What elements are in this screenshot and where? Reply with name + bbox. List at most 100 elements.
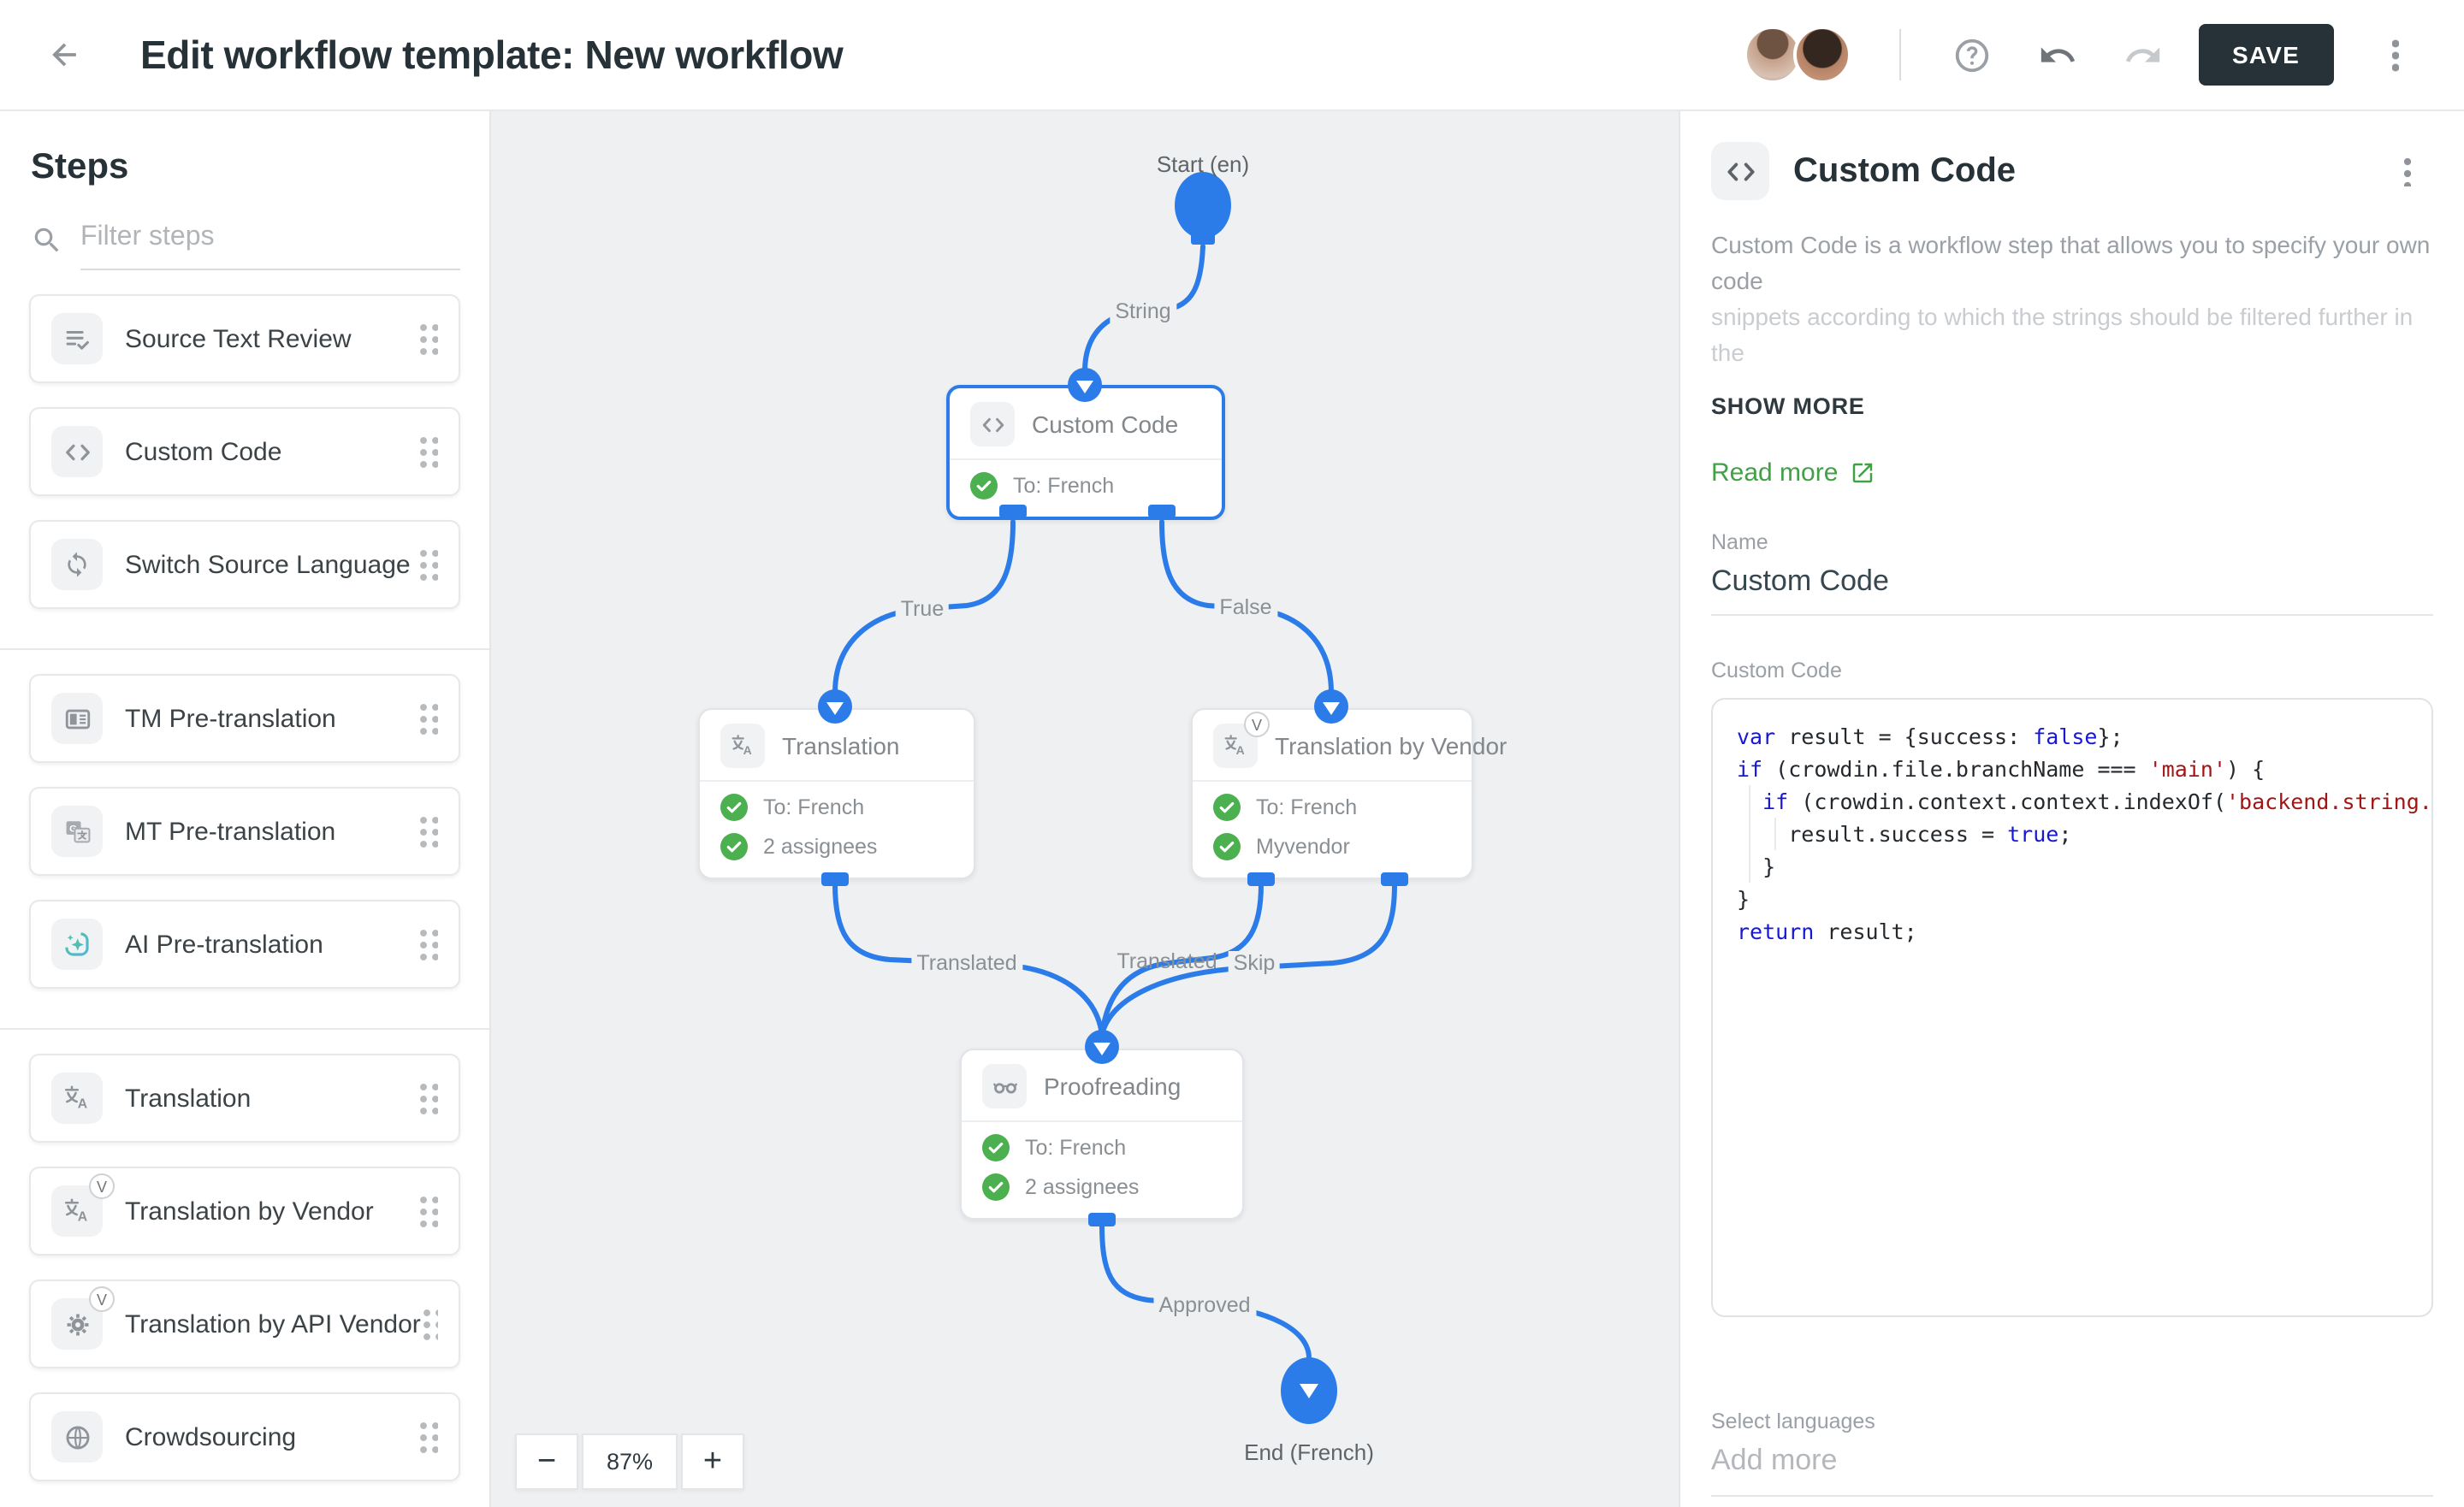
drag-handle-icon[interactable] bbox=[418, 547, 438, 582]
step-item-custom-code[interactable]: Custom Code bbox=[29, 407, 460, 496]
drag-handle-icon[interactable] bbox=[418, 1081, 438, 1115]
avatar-2[interactable] bbox=[1792, 26, 1851, 84]
undo-icon bbox=[2038, 35, 2077, 74]
step-item-ai-pre-translation[interactable]: AI Pre-translation bbox=[29, 900, 460, 989]
header-divider bbox=[1898, 29, 1900, 80]
drag-handle-icon[interactable] bbox=[418, 322, 438, 356]
node-row-text: 2 assignees bbox=[1025, 1175, 1139, 1199]
step-item-mt-pre-translation[interactable]: G MT Pre-translation bbox=[29, 787, 460, 876]
start-node[interactable] bbox=[1175, 172, 1231, 245]
redo-icon bbox=[2123, 35, 2163, 74]
globe-icon bbox=[51, 1411, 103, 1463]
code-editor[interactable]: var result = {success: false}; if (crowd… bbox=[1711, 698, 2433, 1317]
code-content: var result = {success: false}; if (crowd… bbox=[1737, 720, 2408, 948]
vendor-badge: V bbox=[89, 1286, 115, 1312]
edge-label-approved: Approved bbox=[1153, 1293, 1255, 1317]
node-title: Proofreading bbox=[1044, 1073, 1181, 1100]
header: Edit workflow template: New workflow SAV… bbox=[0, 0, 2464, 111]
filter-steps-input[interactable] bbox=[80, 216, 460, 270]
svg-text:A: A bbox=[743, 743, 752, 757]
translate-vendor-icon: A V bbox=[51, 1185, 103, 1237]
drag-handle-icon[interactable] bbox=[418, 434, 438, 469]
check-circle-icon bbox=[720, 794, 748, 821]
step-item-translation-by-vendor[interactable]: A V Translation by Vendor bbox=[29, 1167, 460, 1256]
edge-label-translated-left: Translated bbox=[911, 951, 1022, 975]
drag-handle-icon[interactable] bbox=[421, 1307, 438, 1341]
custom-code-label: Custom Code bbox=[1711, 659, 2433, 683]
panel-title: Custom Code bbox=[1793, 151, 2016, 191]
zoom-in-button[interactable]: + bbox=[681, 1433, 744, 1490]
glasses-icon bbox=[982, 1064, 1027, 1108]
step-item-switch-source-language[interactable]: Switch Source Language bbox=[29, 520, 460, 609]
indent-guide bbox=[1749, 785, 1750, 883]
translate-icon: A bbox=[720, 724, 765, 768]
kebab-icon bbox=[2392, 38, 2399, 72]
drag-handle-icon[interactable] bbox=[418, 1420, 438, 1454]
edge-label-string: String bbox=[1110, 299, 1176, 323]
help-button[interactable] bbox=[1941, 24, 2003, 86]
drag-handle-icon[interactable] bbox=[418, 814, 438, 848]
node-title: Custom Code bbox=[1032, 411, 1178, 438]
drag-handle-icon[interactable] bbox=[418, 927, 438, 961]
node-row-text: To: French bbox=[763, 795, 864, 819]
step-item-label: Switch Source Language bbox=[125, 550, 411, 579]
undo-button[interactable] bbox=[2027, 24, 2088, 86]
redo-button[interactable] bbox=[2112, 24, 2174, 86]
step-item-label: AI Pre-translation bbox=[125, 930, 323, 959]
step-item-crowdsourcing[interactable]: Crowdsourcing bbox=[29, 1392, 460, 1481]
edge-label-translated-right: Translated bbox=[1111, 949, 1222, 973]
drag-handle-icon[interactable] bbox=[418, 701, 438, 736]
node-title: Translation by Vendor bbox=[1275, 732, 1507, 759]
edge-label-skip: Skip bbox=[1229, 951, 1281, 975]
step-item-translation[interactable]: A Translation bbox=[29, 1054, 460, 1143]
save-button[interactable]: SAVE bbox=[2198, 24, 2334, 86]
select-languages-label: Select languages bbox=[1711, 1409, 2433, 1433]
node-proofreading[interactable]: Proofreading To: French 2 assignees bbox=[960, 1049, 1244, 1220]
indent-guide bbox=[1774, 818, 1776, 850]
node-translation-by-vendor[interactable]: A V Translation by Vendor To: French Myv… bbox=[1191, 708, 1473, 879]
list-check-icon bbox=[51, 313, 103, 364]
read-more-link[interactable]: Read more bbox=[1711, 458, 2433, 488]
name-input[interactable] bbox=[1711, 554, 2433, 616]
workflow-canvas[interactable]: Custom Code To: French A Translation To:… bbox=[491, 111, 1679, 1507]
zoom-out-button[interactable]: − bbox=[515, 1433, 578, 1490]
zoom-control: − 87% + bbox=[515, 1433, 744, 1490]
node-translation[interactable]: A Translation To: French 2 assignees bbox=[698, 708, 975, 879]
sidebar-title: Steps bbox=[31, 147, 460, 188]
header-menu-button[interactable] bbox=[2365, 24, 2426, 86]
filter-steps-field bbox=[29, 216, 460, 270]
check-circle-icon bbox=[982, 1134, 1010, 1161]
step-item-label: Translation bbox=[125, 1084, 251, 1113]
check-circle-icon bbox=[982, 1173, 1010, 1201]
steps-sidebar: Steps Source Text Review Custom Code bbox=[0, 111, 491, 1507]
back-button[interactable] bbox=[34, 24, 96, 86]
group-separator bbox=[0, 648, 489, 650]
step-item-tm-pre-translation[interactable]: TM Pre-translation bbox=[29, 674, 460, 763]
search-icon bbox=[31, 224, 63, 257]
avatar-1[interactable] bbox=[1743, 26, 1801, 84]
node-row-text: Myvendor bbox=[1256, 835, 1350, 859]
zoom-level: 87% bbox=[582, 1433, 678, 1490]
workflow-editor-app: Edit workflow template: New workflow SAV… bbox=[0, 0, 2464, 1507]
vendor-badge: V bbox=[89, 1173, 115, 1199]
edge-approved[interactable] bbox=[1102, 1225, 1309, 1358]
add-language-input[interactable] bbox=[1711, 1433, 2433, 1497]
step-item-translation-by-api-vendor[interactable]: V Translation by API Vendor bbox=[29, 1279, 460, 1368]
step-item-label: Crowdsourcing bbox=[125, 1422, 296, 1451]
node-custom-code[interactable]: Custom Code To: French bbox=[946, 385, 1225, 520]
kebab-icon bbox=[2404, 156, 2411, 186]
page-title: Edit workflow template: New workflow bbox=[140, 32, 843, 78]
code-icon bbox=[970, 402, 1015, 446]
step-item-source-text-review[interactable]: Source Text Review bbox=[29, 294, 460, 383]
show-more-button[interactable]: SHOW MORE bbox=[1711, 393, 1865, 419]
sync-icon bbox=[51, 539, 103, 590]
code-icon bbox=[1711, 142, 1769, 200]
help-icon bbox=[1952, 35, 1992, 74]
end-node[interactable] bbox=[1281, 1357, 1337, 1424]
code-icon bbox=[51, 426, 103, 477]
step-item-label: MT Pre-translation bbox=[125, 817, 335, 846]
node-row-text: 2 assignees bbox=[763, 835, 877, 859]
step-item-label: Source Text Review bbox=[125, 324, 352, 353]
drag-handle-icon[interactable] bbox=[418, 1194, 438, 1228]
panel-menu-button[interactable] bbox=[2382, 145, 2433, 197]
